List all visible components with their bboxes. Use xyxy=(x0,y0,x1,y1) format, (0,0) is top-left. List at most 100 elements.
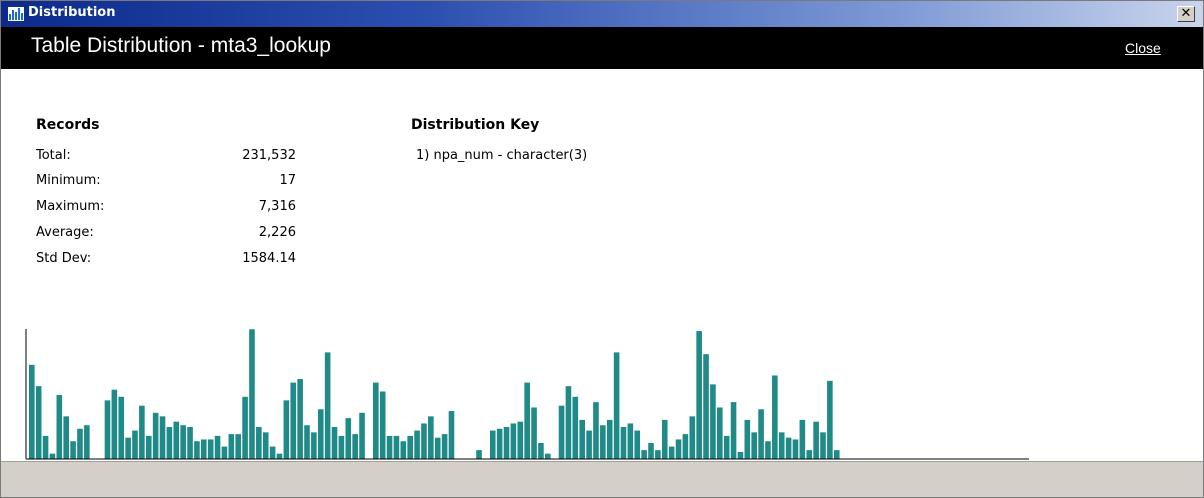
chart-bar xyxy=(799,419,806,459)
chart-bar xyxy=(194,441,200,459)
chart-bar xyxy=(407,435,413,459)
chart-bar xyxy=(627,423,634,459)
distribution-window: Distribution ✕ Table Distribution - mta3… xyxy=(0,0,1204,498)
chart-bar xyxy=(600,425,606,459)
chart-bar xyxy=(283,400,290,459)
chart-bar xyxy=(503,427,510,459)
stat-value: 2,226 xyxy=(258,225,296,240)
chart-bar xyxy=(593,402,599,459)
stat-value: 1584.14 xyxy=(242,251,296,266)
header-bar: Table Distribution - mta3_lookup Close xyxy=(1,27,1203,69)
chart-bar xyxy=(778,432,785,459)
chart-bar xyxy=(496,428,503,459)
status-bar xyxy=(1,461,1203,497)
chart-bar xyxy=(359,412,365,459)
page-title: Table Distribution - mta3_lookup xyxy=(31,34,331,57)
chart-bar xyxy=(145,435,152,459)
chart-bar xyxy=(710,384,716,459)
stat-value: 231,532 xyxy=(242,148,296,163)
stat-row-maximum: Maximum: 7,316 xyxy=(36,199,296,217)
chart-bar xyxy=(661,419,668,459)
chart-bar xyxy=(489,430,496,459)
chart-bar xyxy=(139,405,145,459)
chart-bar xyxy=(42,435,49,459)
chart-bar xyxy=(77,428,83,459)
chart-bar xyxy=(331,427,338,459)
stat-label: Average: xyxy=(36,225,94,240)
chart-bar xyxy=(572,396,579,459)
chart-bar xyxy=(772,375,778,459)
stat-value: 7,316 xyxy=(258,199,296,214)
stat-label: Std Dev: xyxy=(36,251,92,266)
chart-bar xyxy=(765,441,771,459)
chart-bar xyxy=(352,434,358,459)
chart-bar xyxy=(207,439,214,459)
chart-bar xyxy=(668,446,675,459)
chart-bar xyxy=(785,437,792,459)
chart-bar xyxy=(235,434,241,459)
stat-row-std-dev: Std Dev: 1584.14 xyxy=(36,251,296,269)
chart-bar xyxy=(655,450,661,459)
stat-row-total: Total: 231,532 xyxy=(36,148,296,166)
window-title: Distribution xyxy=(28,5,116,20)
chart-bar xyxy=(311,432,317,459)
chart-bar xyxy=(414,430,420,459)
chart-bar xyxy=(441,434,448,459)
chart-bar xyxy=(297,379,303,459)
chart-bar xyxy=(118,396,125,459)
chart-bar xyxy=(613,352,620,459)
chart-bar xyxy=(221,446,228,459)
chart-bar xyxy=(792,439,799,459)
chart-bar xyxy=(373,382,379,459)
chart-bar xyxy=(565,386,572,459)
stat-label: Minimum: xyxy=(36,173,101,188)
chart-bar xyxy=(49,453,56,459)
chart-bar xyxy=(386,435,393,459)
chart-bar xyxy=(558,405,565,459)
close-link[interactable]: Close xyxy=(1125,40,1161,56)
chart-bar xyxy=(345,418,352,459)
distribution-key-item: 1) npa_num - character(3) xyxy=(416,148,588,163)
bar-chart-icon xyxy=(8,7,24,21)
stat-label: Maximum: xyxy=(36,199,105,214)
chart-bar xyxy=(324,352,331,459)
chart-bar xyxy=(751,432,757,459)
chart-bar xyxy=(70,441,76,459)
chart-bar xyxy=(290,382,297,459)
chart-bar xyxy=(723,435,730,459)
distribution-chart xyxy=(25,329,1029,460)
close-icon[interactable]: ✕ xyxy=(1177,6,1195,22)
chart-bar xyxy=(166,427,173,459)
chart-bar xyxy=(256,427,262,459)
chart-bar xyxy=(84,425,90,459)
chart-bar xyxy=(159,416,166,459)
chart-bar xyxy=(606,419,613,459)
chart-bar xyxy=(304,425,310,459)
chart-bar xyxy=(620,427,627,459)
chart-bar xyxy=(262,432,269,459)
chart-bar xyxy=(132,430,138,459)
chart-bar xyxy=(214,435,221,459)
chart-bar xyxy=(400,441,407,459)
chart-bar xyxy=(675,439,682,459)
chart-bar xyxy=(703,354,709,459)
title-bar[interactable]: Distribution ✕ xyxy=(1,1,1203,27)
chart-bar xyxy=(228,434,235,459)
chart-bar xyxy=(510,423,517,459)
chart-bar xyxy=(104,400,111,459)
chart-bar xyxy=(393,435,400,459)
chart-bar xyxy=(434,437,441,459)
chart-bar xyxy=(35,386,42,459)
stat-label: Total: xyxy=(36,148,71,163)
chart-bar xyxy=(579,419,585,459)
chart-bar xyxy=(276,453,283,459)
chart-bar xyxy=(152,412,159,459)
chart-bar xyxy=(29,364,35,459)
chart-bar xyxy=(531,407,537,459)
chart-bar xyxy=(56,395,63,459)
chart-bar xyxy=(758,409,764,459)
chart-bar xyxy=(806,450,813,459)
chart-bar xyxy=(173,421,180,459)
chart-bar xyxy=(187,427,193,459)
chart-bar xyxy=(421,423,427,459)
